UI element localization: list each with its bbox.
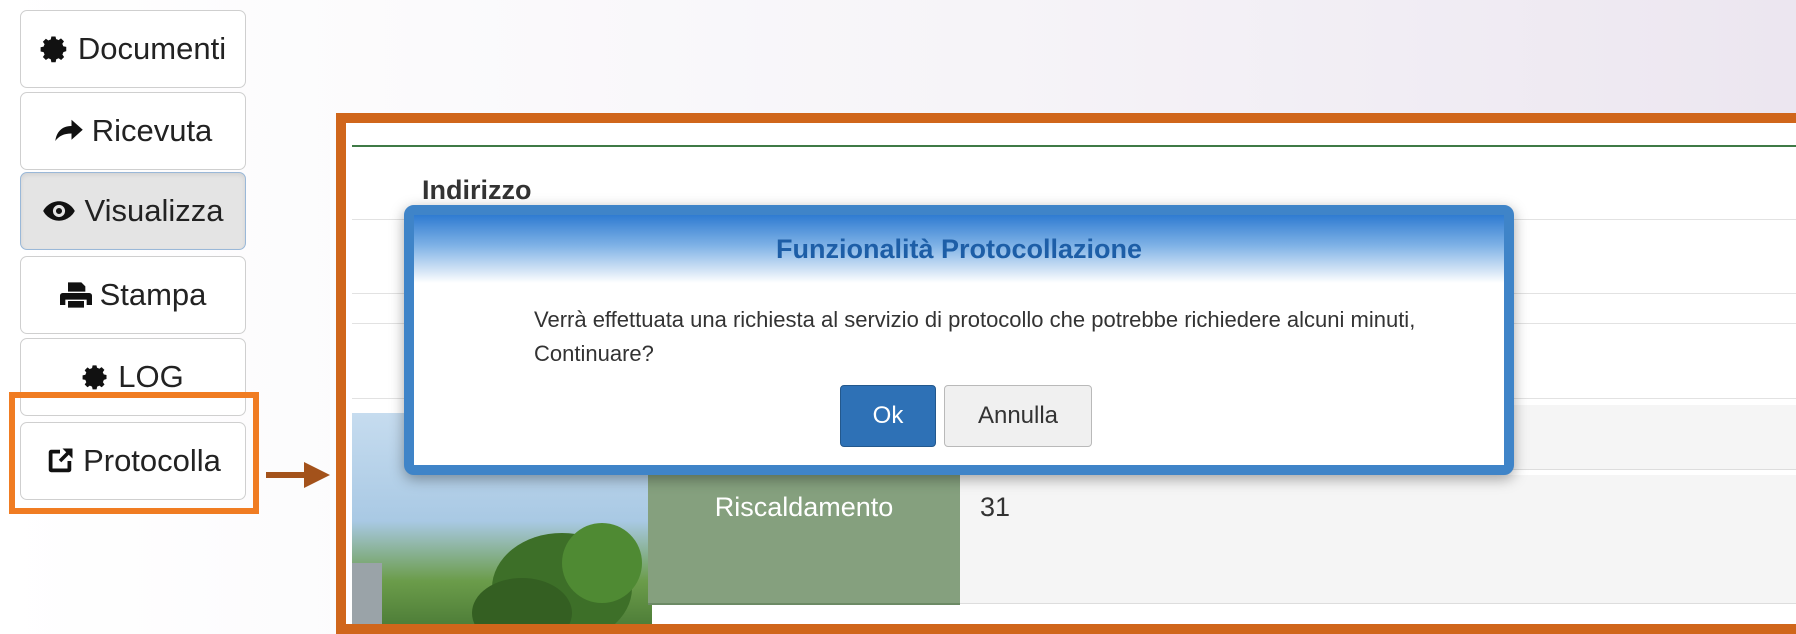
printer-icon: [59, 281, 92, 309]
documenti-label: Documenti: [77, 31, 227, 66]
visualizza-button[interactable]: Visualizza: [20, 172, 246, 250]
dialog-title: Funzionalità Protocollazione: [414, 215, 1504, 283]
share-arrow-icon: [54, 118, 84, 144]
stampa-button[interactable]: Stampa: [20, 256, 246, 334]
protocolla-highlight: [9, 392, 259, 514]
row-value: [960, 539, 1796, 604]
section-header: Indirizzo: [422, 175, 532, 205]
row-label: [648, 539, 960, 605]
row-value: 31: [960, 475, 1796, 540]
table-row: [648, 539, 1796, 605]
row-label: Riscaldamento: [648, 475, 960, 541]
ok-button[interactable]: Ok: [840, 385, 936, 447]
ricevuta-button[interactable]: Ricevuta: [20, 92, 246, 170]
cancel-button[interactable]: Annulla: [944, 385, 1092, 447]
gear-icon: [40, 34, 70, 64]
dialog-message: Verrà effettuata una richiesta al serviz…: [534, 307, 1416, 366]
dialog-buttons: Ok Annulla: [840, 385, 1092, 447]
documenti-button[interactable]: Documenti: [20, 10, 246, 88]
log-label: LOG: [118, 359, 184, 394]
arrow-right-icon: [266, 462, 330, 488]
stampa-label: Stampa: [99, 277, 207, 312]
ricevuta-label: Ricevuta: [91, 113, 213, 148]
confirm-dialog: Funzionalità Protocollazione Verrà effet…: [404, 205, 1514, 475]
visualizza-label: Visualizza: [84, 193, 224, 228]
divider: [352, 145, 1796, 147]
gear-icon: [82, 363, 110, 391]
table-row-riscaldamento: Riscaldamento 31: [648, 475, 1796, 541]
eye-icon: [42, 199, 76, 223]
